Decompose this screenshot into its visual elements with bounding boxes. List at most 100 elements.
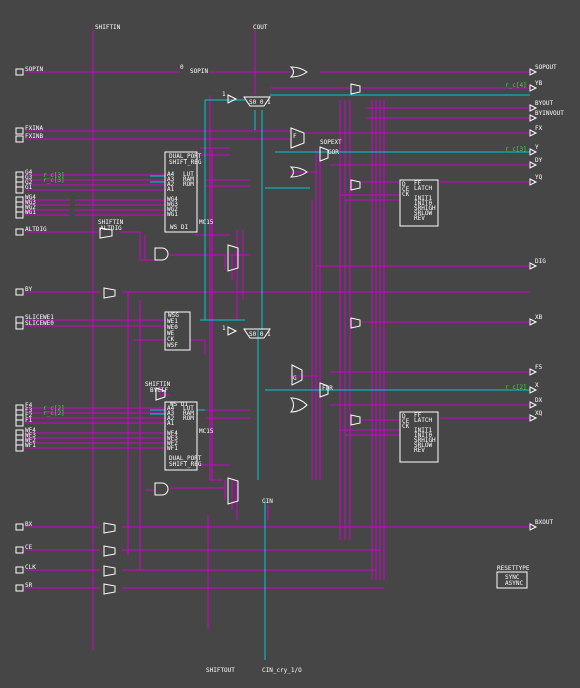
pin-y-label: Y — [535, 144, 539, 151]
g-lut-tag: MC15 — [199, 219, 214, 226]
pin-by-pad[interactable] — [15, 288, 24, 296]
pin-fx-label: FX — [535, 125, 543, 132]
f-lut-tag: MC15 — [199, 428, 214, 435]
pin-fxina-pad[interactable] — [15, 127, 24, 135]
pin-yq-label: YQ — [535, 174, 543, 181]
one-a-label: 1 — [222, 91, 226, 98]
f-and-gate — [154, 482, 169, 496]
cin-label: CIN — [262, 498, 273, 505]
schematic-canvas: SOPIN FXINA FXINB G4 G3 G2 G1 WG4 WG3 WG2 WG1 ALTDI… — [0, 0, 580, 688]
f-label: F — [293, 133, 297, 140]
g-and-gate — [154, 247, 169, 261]
pin-byinvout-label: BYINVOUT — [535, 110, 564, 117]
pin-wg1-pad[interactable] — [15, 211, 24, 219]
pin-sr-pad[interactable] — [15, 584, 24, 592]
pin-wf1-label: WF1 — [25, 442, 36, 449]
g-lut-di: WS DI — [170, 224, 188, 231]
resettype-async: ASYNC — [505, 580, 523, 587]
net-f2: r_c[2] — [43, 410, 65, 417]
sr-mux — [103, 583, 116, 595]
ymux — [350, 179, 361, 191]
f-lut-win: WF1 — [167, 445, 178, 452]
pin-sopin-pad[interactable] — [15, 68, 24, 76]
pin-slicewe0-label: SLICEWE0 — [25, 320, 54, 327]
slice-schematic: SOPINFXINAFXINBG4G3G2G1WG4WG3WG2WG1ALTDI… — [15, 24, 564, 674]
sopext-mux — [319, 146, 329, 162]
net-g2: r_c[3] — [43, 177, 65, 184]
pin-xq-label: XQ — [535, 410, 543, 417]
ff-y-out: LATCH — [414, 185, 432, 192]
pin-fxinb-label: FXINB — [25, 133, 43, 140]
ff-x-out: LATCH — [414, 417, 432, 424]
pin-ce-label: CE — [25, 544, 33, 551]
ff-y-row: CK — [402, 191, 410, 198]
bx-mux — [103, 522, 116, 534]
pin-clk-pad[interactable] — [15, 566, 24, 574]
pin-wg1-label: WG1 — [25, 209, 36, 216]
one-b-label: 1 — [222, 325, 226, 332]
shiftout-label: SHIFTOUT — [206, 667, 235, 674]
for-gate — [290, 397, 308, 413]
pin-x-label: X — [535, 382, 539, 389]
pin-xb-label: XB — [535, 314, 543, 321]
yb-mux — [350, 83, 361, 95]
g-lut-title-b: SHIFT_REG — [169, 159, 202, 166]
mux-f-label: S0 0 1 — [249, 331, 271, 338]
pin-dy-label: DY — [535, 157, 543, 164]
cout-label: COUT — [253, 24, 268, 31]
pin-f5-label: F5 — [535, 364, 543, 371]
pin-wf1-pad[interactable] — [15, 444, 24, 452]
g-lut-out: ROM — [183, 181, 194, 188]
cin-bottom-label: CIN_cry_1/O — [262, 667, 302, 674]
pin-bxout-label: BXOUT — [535, 519, 553, 526]
pin-bx-pad[interactable] — [15, 523, 24, 531]
net-y: r_c[3] — [505, 146, 527, 153]
pin-yb-label: YB — [535, 80, 543, 87]
sopin-inner-label: SOPIN — [190, 68, 208, 75]
sopext-label: SOPEXT — [320, 139, 342, 146]
pin-altdig-pad[interactable] — [15, 228, 24, 236]
pin-f1-pad[interactable] — [15, 419, 24, 427]
f-lut-di: WS DI — [170, 401, 188, 408]
f-lut-title-b: SHIFT_REG — [169, 461, 202, 468]
pin-sr-label: SR — [25, 582, 33, 589]
ff-x-init: REV — [414, 447, 425, 454]
pin-slicewe0-pad[interactable] — [15, 322, 24, 330]
pin-sopout-label: SOPOUT — [535, 64, 557, 71]
shiftin-top-label: SHIFTIN — [95, 24, 121, 31]
pin-by-label: BY — [25, 286, 33, 293]
zero-label: 0 — [180, 64, 184, 71]
xorf-gate — [227, 326, 238, 336]
f-lut-out: ROM — [183, 415, 194, 422]
gor-label: GOR — [328, 149, 339, 156]
net-x: r_c[2] — [505, 384, 527, 391]
xb-mux — [350, 317, 361, 329]
pin-dx-label: DX — [535, 397, 543, 404]
pin-sopin-label: SOPIN — [25, 66, 43, 73]
pin-altdig-label: ALTDIG — [25, 226, 47, 233]
wire-layer — [25, 30, 530, 650]
resettype-title: RESETTYPE — [497, 565, 530, 572]
pin-bx-label: BX — [25, 521, 33, 528]
symbols: SOPINFXINAFXINBG4G3G2G1WG4WG3WG2WG1ALTDI… — [15, 64, 564, 595]
clk-mux — [103, 565, 116, 577]
g-lut-win: WG1 — [167, 211, 178, 218]
xorg-gate — [227, 94, 238, 104]
pin-f1-label: F1 — [25, 417, 33, 424]
pin-byout-label: BYOUT — [535, 100, 553, 107]
pin-dig-label: DIG — [535, 258, 546, 265]
bycif-label: BYCIF — [150, 387, 168, 394]
by-mux — [103, 287, 116, 299]
pin-g1-pad[interactable] — [15, 186, 24, 194]
pin-slicewe1-pad[interactable] — [15, 316, 24, 324]
ce-mux — [103, 545, 116, 557]
pin-clk-label: CLK — [25, 564, 36, 571]
xmux — [350, 414, 361, 426]
pin-fxina-label: FXINA — [25, 125, 43, 132]
pin-ce-pad[interactable] — [15, 546, 24, 554]
wsg-row: WSF — [167, 342, 178, 349]
for-label: FOR — [322, 385, 333, 392]
sop-or-gate — [289, 66, 308, 78]
labels: SHIFTIN COUT SHIFTOUT CIN_cry_1/O SOPIN … — [43, 24, 530, 674]
pin-fxinb-pad[interactable] — [15, 135, 24, 143]
